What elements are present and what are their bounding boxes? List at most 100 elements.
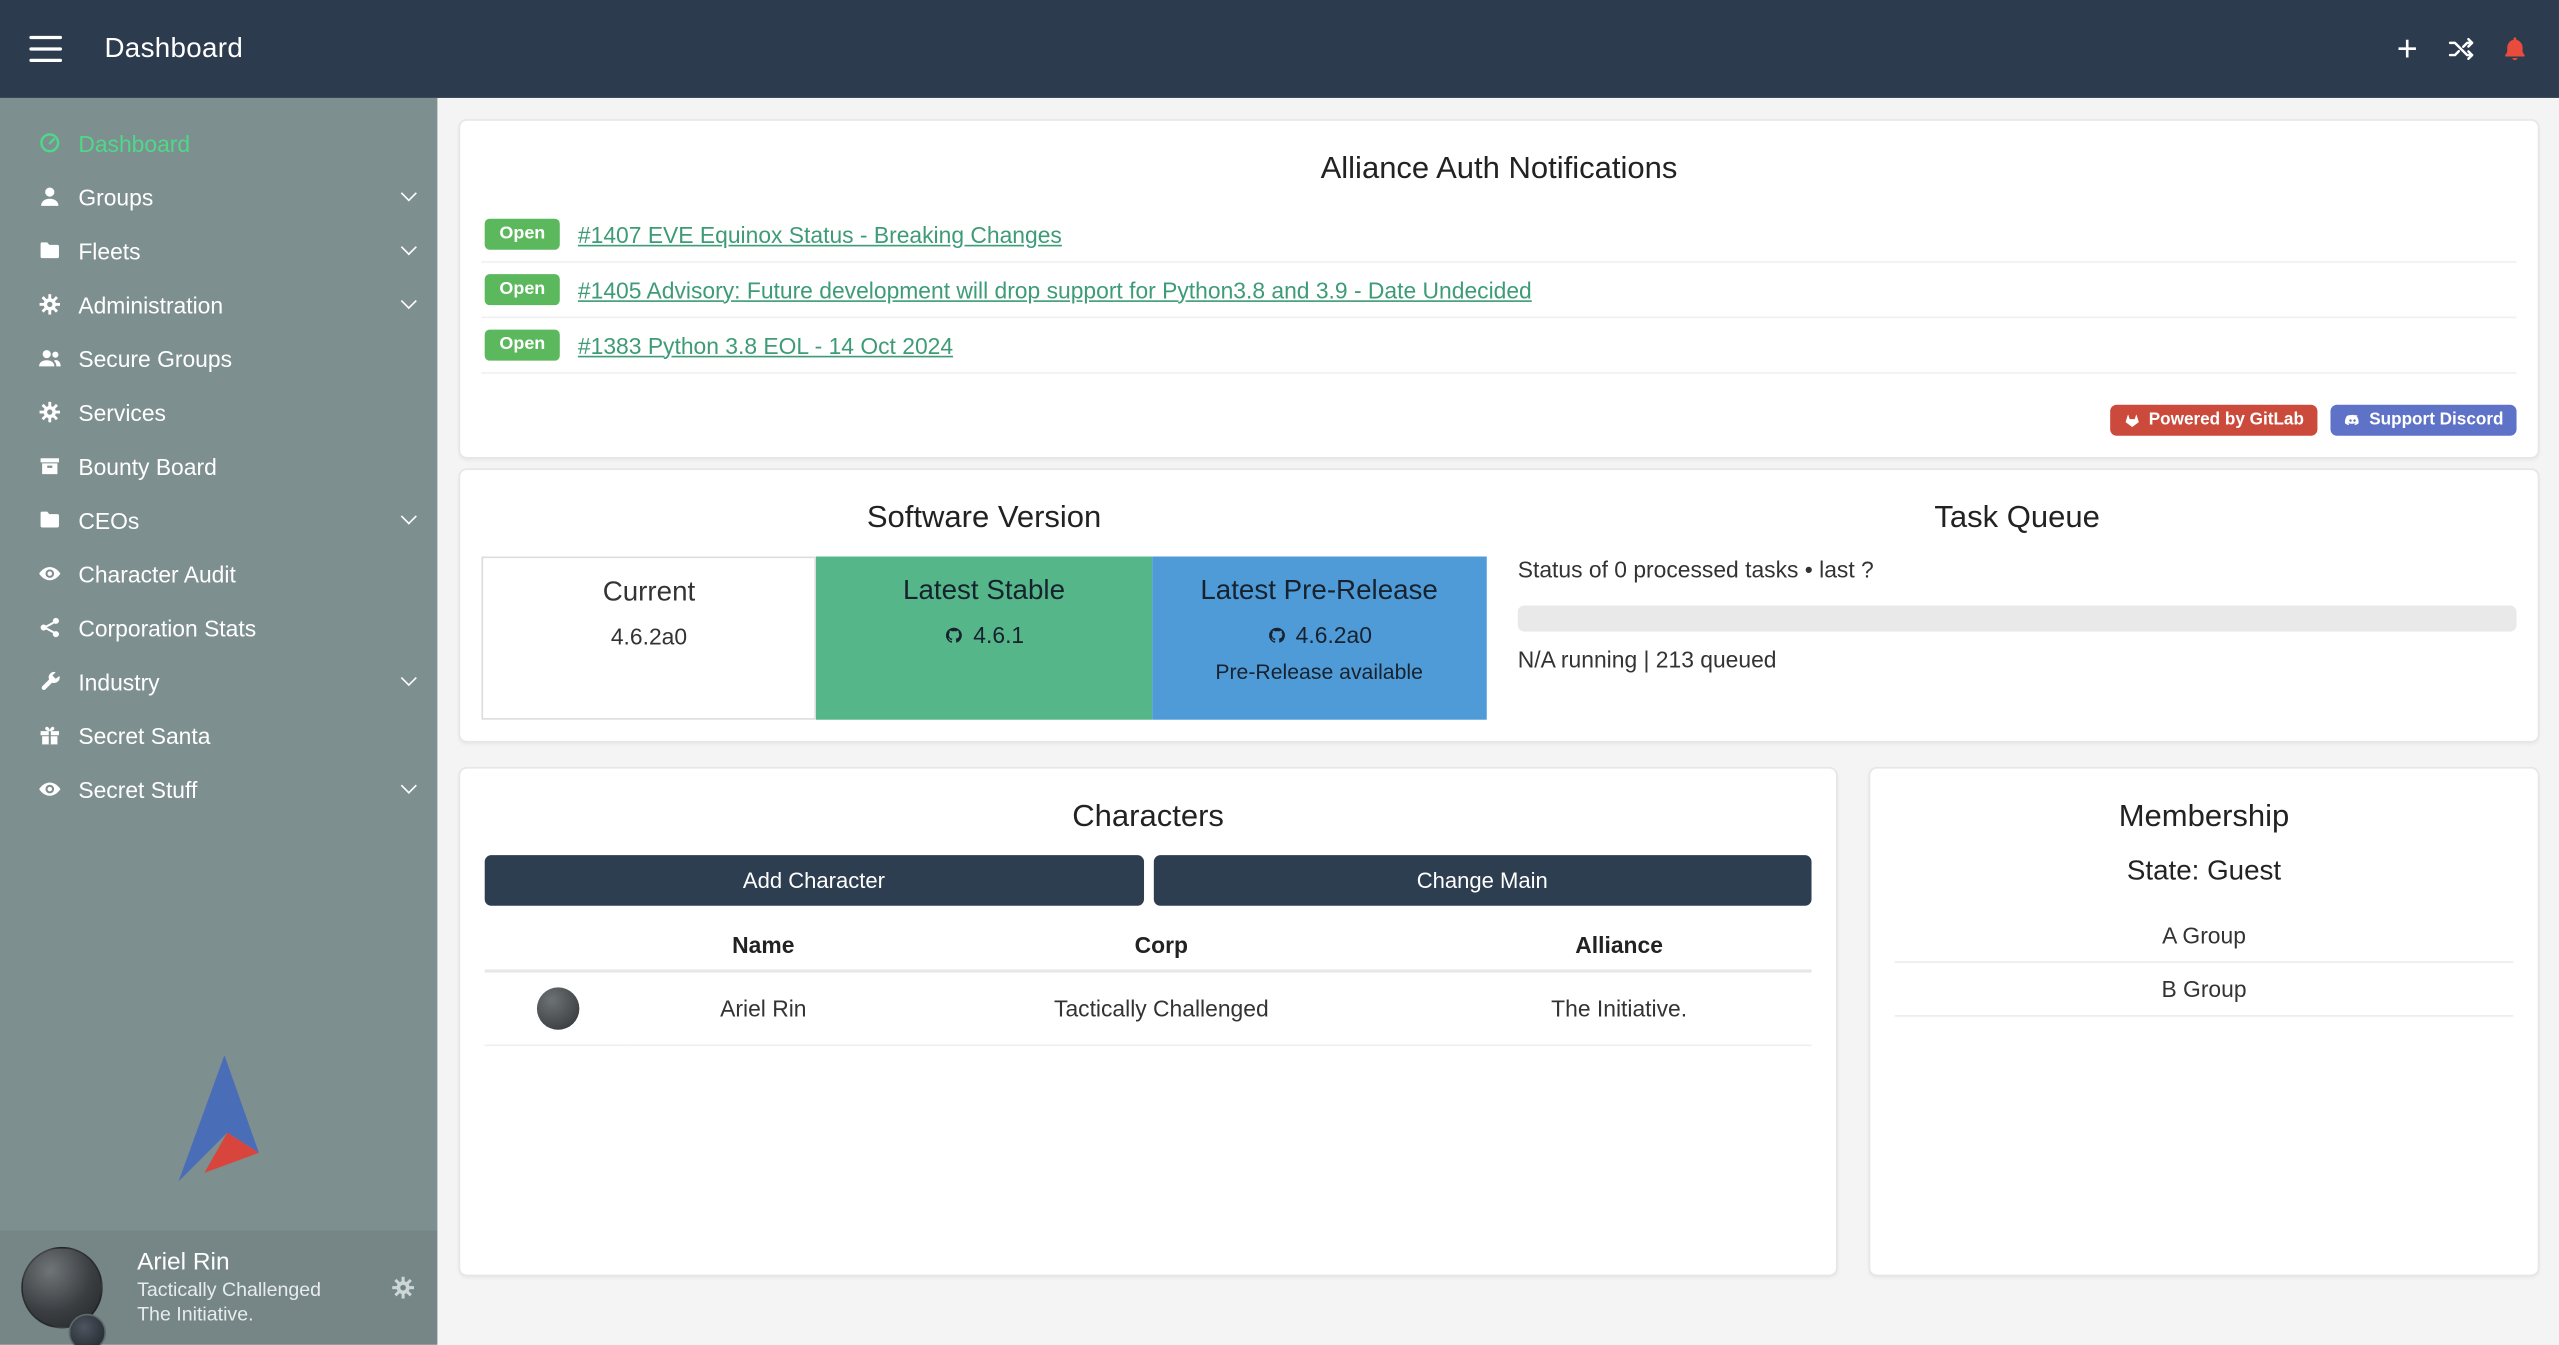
character-name: Ariel Rin (631, 971, 896, 1045)
folder-icon (34, 237, 63, 263)
bell-icon[interactable] (2500, 34, 2529, 63)
character-corp: Tactically Challenged (896, 971, 1427, 1045)
membership-title: Membership (1895, 800, 2514, 836)
gift-icon (34, 722, 63, 748)
task-queue-section: Task Queue Status of 0 processed tasks •… (1487, 490, 2517, 722)
version-current-label: Current (483, 576, 815, 609)
table-row: Ariel Rin Tactically Challenged The Init… (485, 971, 1812, 1045)
chevron-down-icon (401, 778, 417, 794)
corp-logo-badge (69, 1314, 107, 1345)
sidebar-item-dashboard[interactable]: Dashboard (0, 116, 437, 170)
notification-item: Open #1383 Python 3.8 EOL - 14 Oct 2024 (481, 318, 2516, 373)
sidebar-item-secret-santa[interactable]: Secret Santa (0, 708, 437, 762)
sidebar-item-bounty-board[interactable]: Bounty Board (0, 439, 437, 493)
chevron-down-icon (401, 185, 417, 201)
discord-badge[interactable]: Support Discord (2330, 405, 2516, 435)
board-icon (34, 453, 63, 479)
gear-icon (34, 291, 63, 317)
sidebar-item-administration[interactable]: Administration (0, 277, 437, 331)
add-character-button[interactable]: Add Character (485, 855, 1144, 906)
software-version-title: Software Version (481, 501, 1486, 537)
sidebar: Dashboard Groups Fleets Ad (0, 98, 437, 1345)
folder-icon (34, 507, 63, 533)
status-badge: Open (485, 330, 560, 360)
column-header-alliance: Alliance (1427, 922, 1812, 971)
software-version-section: Software Version Current 4.6.2a0 Latest … (481, 490, 1486, 722)
notifications-card: Alliance Auth Notifications Open #1407 E… (459, 119, 2540, 458)
sidebar-item-services[interactable]: Services (0, 385, 437, 439)
notifications-footer: Powered by GitLab Support Discord (2110, 405, 2517, 435)
user-corp: Tactically Challenged (137, 1278, 321, 1302)
chevron-down-icon (401, 239, 417, 255)
characters-card: Characters Add Character Change Main Nam… (459, 767, 1838, 1276)
gitlab-icon (2123, 412, 2141, 430)
notification-item: Open #1405 Advisory: Future development … (481, 263, 2516, 318)
characters-title: Characters (485, 800, 1812, 836)
sidebar-item-secret-stuff[interactable]: Secret Stuff (0, 762, 437, 816)
sidebar-item-label: Administration (78, 291, 223, 317)
notifications-title: Alliance Auth Notifications (481, 152, 2516, 188)
task-queue-title: Task Queue (1518, 501, 2517, 537)
version-prerelease-box: Latest Pre-Release 4.6.2a0 Pre-Release a… (1152, 557, 1487, 720)
main-content: Alliance Auth Notifications Open #1407 E… (437, 98, 2559, 1345)
user-name: Ariel Rin (137, 1248, 321, 1279)
notification-link[interactable]: #1407 EVE Equinox Status - Breaking Chan… (578, 221, 1062, 247)
task-queue-summary: N/A running | 213 queued (1518, 646, 2517, 672)
prerelease-note: Pre-Release available (1152, 659, 1487, 683)
sidebar-item-character-audit[interactable]: Character Audit (0, 547, 437, 601)
version-stable-label: Latest Stable (817, 574, 1152, 607)
character-alliance: The Initiative. (1427, 971, 1812, 1045)
gear-icon (34, 399, 63, 425)
gitlab-badge[interactable]: Powered by GitLab (2110, 405, 2317, 435)
membership-state: State: Guest (1895, 855, 2514, 888)
sidebar-item-industry[interactable]: Industry (0, 654, 437, 708)
sidebar-item-label: Industry (78, 668, 159, 694)
sidebar-item-label: Secret Stuff (78, 776, 197, 802)
user-icon (34, 184, 63, 210)
settings-gear-icon[interactable] (390, 1275, 416, 1301)
sidebar-item-label: Fleets (78, 237, 140, 263)
sidebar-item-secure-groups[interactable]: Secure Groups (0, 331, 437, 385)
sidebar-item-label: Dashboard (78, 130, 190, 156)
user-avatar (21, 1247, 103, 1329)
status-badge: Open (485, 219, 560, 249)
change-main-button[interactable]: Change Main (1153, 855, 1812, 906)
task-progress-bar (1518, 605, 2517, 631)
eye-icon (34, 561, 63, 587)
menu-toggle-icon[interactable] (29, 36, 62, 62)
status-badge: Open (485, 275, 560, 305)
shuffle-icon[interactable] (2446, 34, 2475, 63)
sidebar-item-corporation-stats[interactable]: Corporation Stats (0, 601, 437, 655)
sidebar-item-ceos[interactable]: CEOs (0, 493, 437, 547)
gauge-icon (34, 130, 63, 156)
membership-card: Membership State: Guest A Group B Group (1869, 767, 2540, 1276)
page-title: Dashboard (104, 33, 243, 66)
column-header-corp: Corp (896, 922, 1427, 971)
app-root: Dashboard + (0, 0, 2559, 1345)
plus-icon[interactable]: + (2393, 34, 2422, 63)
chevron-down-icon (401, 670, 417, 686)
notification-item: Open #1407 EVE Equinox Status - Breaking… (481, 207, 2516, 262)
sidebar-item-label: Bounty Board (78, 453, 216, 479)
user-panel: Ariel Rin Tactically Challenged The Init… (0, 1231, 437, 1345)
sidebar-item-label: Secret Santa (78, 722, 210, 748)
users-icon (34, 345, 63, 371)
sidebar-item-fleets[interactable]: Fleets (0, 224, 437, 278)
sidebar-item-label: CEOs (78, 507, 139, 533)
sidebar-item-label: Corporation Stats (78, 614, 256, 640)
version-prerelease-label: Latest Pre-Release (1152, 574, 1487, 607)
eye-icon (34, 776, 63, 802)
column-header-name: Name (631, 922, 896, 971)
sidebar-item-label: Character Audit (78, 561, 235, 587)
sidebar-item-label: Secure Groups (78, 345, 232, 371)
chevron-down-icon (401, 508, 417, 524)
sidebar-item-label: Services (78, 399, 166, 425)
discord-icon (2343, 412, 2361, 430)
sidebar-item-groups[interactable]: Groups (0, 170, 437, 224)
version-stable-value: 4.6.1 (973, 622, 1024, 648)
notification-link[interactable]: #1383 Python 3.8 EOL - 14 Oct 2024 (578, 332, 953, 358)
version-stable-box: Latest Stable 4.6.1 (817, 557, 1152, 720)
version-current-value: 4.6.2a0 (611, 623, 687, 649)
notification-link[interactable]: #1405 Advisory: Future development will … (578, 277, 1532, 303)
list-item-group: B Group (1895, 963, 2514, 1017)
